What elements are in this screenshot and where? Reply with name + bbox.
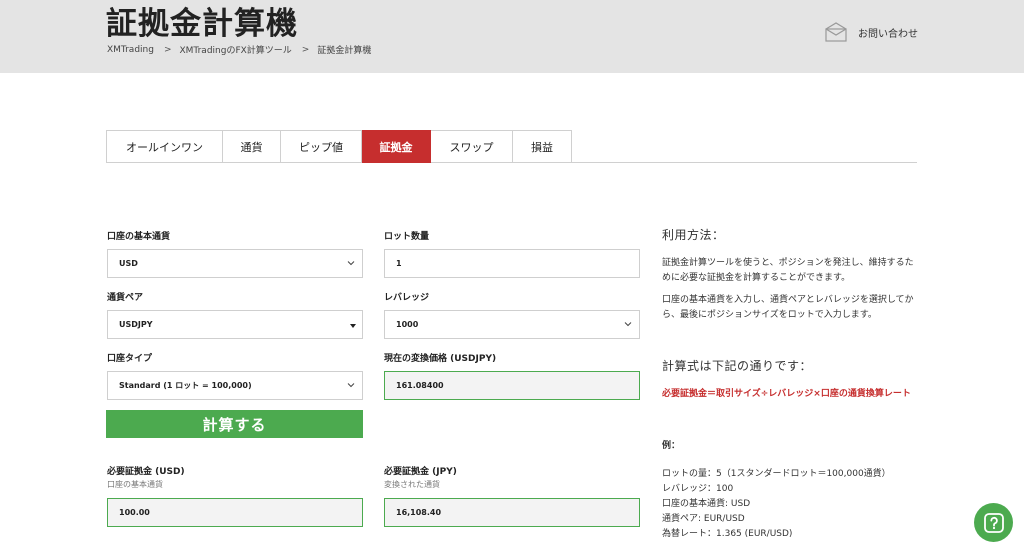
leverage-label: レバレッジ bbox=[384, 293, 430, 303]
contact-label: お問い合わせ bbox=[858, 28, 918, 40]
conversion-rate-label: 現在の変換価格 (USDJPY) bbox=[384, 354, 497, 364]
lot-size-input[interactable]: 1 bbox=[384, 249, 640, 278]
base-currency-label: 口座の基本通貨 bbox=[107, 232, 171, 242]
breadcrumb-item-tools[interactable]: XMTradingのFX計算ツール bbox=[180, 43, 292, 56]
calculate-button[interactable]: 計算する bbox=[106, 410, 363, 438]
envelope-icon bbox=[825, 22, 847, 42]
triangle-down-icon bbox=[350, 324, 356, 328]
leverage-select[interactable]: 1000 bbox=[384, 310, 640, 339]
currency-pair-label: 通貨ペア bbox=[107, 293, 144, 303]
margin-usd-result: 100.00 bbox=[107, 498, 363, 527]
margin-jpy-value: 16,108.40 bbox=[396, 508, 442, 517]
formula-text: 必要証拠金＝取引サイズ÷レバレッジ×口座の通貨換算レート bbox=[662, 389, 911, 399]
example-line: 為替レート：1.365 (EUR/USD) bbox=[662, 529, 793, 539]
account-type-select[interactable]: Standard (1 ロット = 100,000) bbox=[107, 371, 363, 400]
usage-paragraph-2: 口座の基本通貨を入力し、通貨ペアとレバレッジを選択してから、最後にポジションサイ… bbox=[662, 295, 914, 320]
page-header: 証拠金計算機 XMTrading > XMTradingのFX計算ツール > 証… bbox=[0, 0, 1024, 73]
margin-usd-sublabel: 口座の基本通貨 bbox=[107, 480, 163, 489]
breadcrumb-item-home[interactable]: XMTrading bbox=[107, 45, 154, 55]
lot-size-value: 1 bbox=[396, 259, 402, 268]
tab-all-in-one[interactable]: オールインワン bbox=[106, 130, 223, 163]
calculator-tabs: オールインワン 通貨 ピップ値 証拠金 スワップ 損益 bbox=[106, 130, 572, 163]
conversion-rate-field: 161.08400 bbox=[384, 371, 640, 400]
margin-jpy-sublabel: 変換された通貨 bbox=[384, 480, 440, 489]
breadcrumb: XMTrading > XMTradingのFX計算ツール > 証拠金計算機 bbox=[107, 43, 372, 57]
base-currency-select[interactable]: USD bbox=[107, 249, 363, 278]
chevron-down-icon bbox=[624, 322, 632, 327]
breadcrumb-separator: > bbox=[301, 44, 310, 55]
lot-size-label: ロット数量 bbox=[384, 232, 430, 242]
account-type-label: 口座タイプ bbox=[107, 354, 153, 364]
leverage-value: 1000 bbox=[396, 320, 419, 329]
page-title: 証拠金計算機 bbox=[106, 6, 298, 42]
usage-heading: 利用方法： bbox=[662, 228, 725, 242]
currency-pair-select[interactable]: USDJPY bbox=[107, 310, 363, 339]
margin-usd-value: 100.00 bbox=[119, 508, 150, 517]
tab-pip-value[interactable]: ピップ値 bbox=[281, 130, 362, 163]
breadcrumb-separator: > bbox=[163, 44, 172, 55]
tab-profit-loss[interactable]: 損益 bbox=[513, 130, 572, 163]
margin-jpy-result: 16,108.40 bbox=[384, 498, 640, 527]
chevron-down-icon bbox=[347, 261, 355, 266]
base-currency-value: USD bbox=[119, 259, 138, 268]
usage-paragraph-1: 証拠金計算ツールを使うと、ポジションを発注し、維持するために必要な証拠金を計算す… bbox=[662, 258, 914, 283]
example-line: 口座の基本通貨: USD bbox=[662, 499, 751, 509]
example-line: 通貨ペア: EUR/USD bbox=[662, 514, 745, 524]
formula-heading: 計算式は下記の通りです： bbox=[662, 359, 813, 373]
question-icon bbox=[983, 512, 1004, 533]
help-button[interactable] bbox=[974, 503, 1013, 542]
account-type-value: Standard (1 ロット = 100,000) bbox=[119, 381, 252, 390]
chevron-down-icon bbox=[347, 383, 355, 388]
margin-usd-label: 必要証拠金 (USD) bbox=[107, 467, 185, 477]
conversion-rate-value: 161.08400 bbox=[396, 381, 444, 390]
tab-currency[interactable]: 通貨 bbox=[223, 130, 281, 163]
example-label: 例： bbox=[662, 441, 681, 451]
example-list: ロットの量：5（1スタンダードロット＝100,000通貨） レバレッジ：100 … bbox=[662, 467, 891, 542]
margin-jpy-label: 必要証拠金 (JPY) bbox=[384, 467, 457, 477]
breadcrumb-item-current: 証拠金計算機 bbox=[317, 46, 372, 56]
example-line: ロットの量：5（1スタンダードロット＝100,000通貨） bbox=[662, 469, 891, 479]
example-line: レバレッジ：100 bbox=[662, 484, 734, 494]
currency-pair-value: USDJPY bbox=[119, 320, 153, 329]
tab-swap[interactable]: スワップ bbox=[431, 130, 513, 163]
contact-link[interactable]: お問い合わせ bbox=[825, 22, 918, 42]
tab-margin[interactable]: 証拠金 bbox=[362, 130, 431, 163]
